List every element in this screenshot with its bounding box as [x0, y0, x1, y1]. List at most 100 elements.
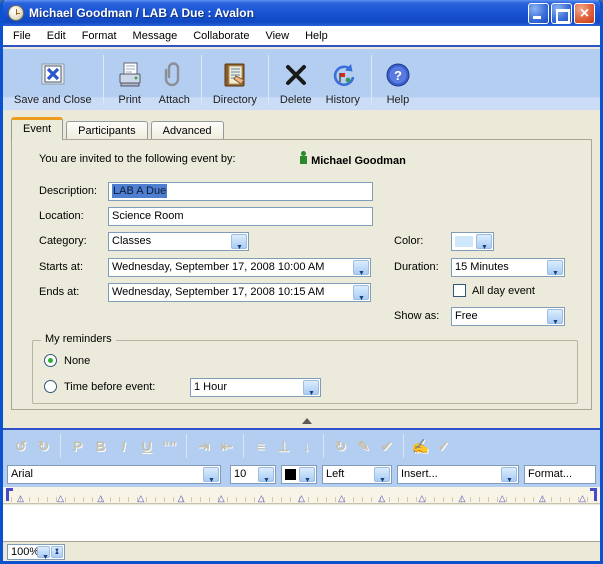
toolbar-separator [103, 55, 104, 105]
menu-help[interactable]: Help [297, 27, 336, 45]
show-as-select[interactable]: Free [451, 307, 565, 326]
chevron-down-icon [353, 260, 369, 275]
minimize-button[interactable] [528, 3, 549, 24]
tab-stop-marker[interactable] [298, 488, 305, 506]
indent-increase-icon[interactable]: ⇥ [192, 438, 215, 455]
category-label: Category: [39, 235, 87, 247]
underline-icon[interactable]: U [135, 438, 158, 454]
tab-advanced[interactable]: Advanced [151, 121, 224, 140]
tab-stop-marker[interactable] [539, 488, 546, 506]
event-tab-panel: You are invited to the following event b… [11, 139, 592, 410]
tab-stop-marker[interactable] [579, 488, 586, 506]
indent-decrease-icon[interactable]: ⇤ [215, 438, 238, 455]
tab-stop-marker[interactable] [137, 488, 144, 506]
insert-value: Insert... [401, 468, 438, 480]
reminder-time-radio[interactable] [44, 380, 57, 393]
toolbar-separator [371, 55, 372, 105]
color-label: Color: [394, 235, 423, 247]
redo-icon[interactable]: ↻ [32, 438, 55, 455]
format-toolbar-separator [323, 434, 324, 458]
menu-view[interactable]: View [257, 27, 297, 45]
check-icon[interactable]: ✔ [375, 438, 398, 455]
pen-icon[interactable]: ✎ [352, 438, 375, 455]
tab-event[interactable]: Event [11, 117, 63, 140]
format-menu-value: Format... [528, 468, 572, 480]
menu-collaborate[interactable]: Collaborate [185, 27, 257, 45]
save-and-close-button[interactable]: Save and Close [7, 52, 99, 108]
tab-stop-icon[interactable]: ⊥ [272, 438, 295, 455]
rotate-icon[interactable]: ↻ [329, 438, 352, 455]
undo-icon[interactable]: ↺ [9, 438, 32, 455]
message-body[interactable] [3, 505, 600, 541]
format-toolbar-separator [243, 434, 244, 458]
spellcheck-icon[interactable]: ✓ [432, 438, 455, 455]
help-button[interactable]: ? Help [376, 52, 420, 108]
invited-by-label: You are invited to the following event b… [39, 153, 236, 165]
tab-stop-marker[interactable] [218, 488, 225, 506]
left-margin-marker[interactable] [6, 488, 13, 501]
menu-edit[interactable]: Edit [39, 27, 74, 45]
insert-select[interactable]: Insert... [397, 465, 519, 484]
titlebar: Michael Goodman / LAB A Due : Avalon [3, 0, 600, 26]
move-down-icon[interactable]: ↓ [295, 438, 318, 454]
organizer[interactable]: Michael Goodman [299, 151, 406, 167]
splitter[interactable] [3, 412, 600, 428]
menu-file[interactable]: File [5, 27, 39, 45]
directory-button[interactable]: Directory [206, 52, 264, 108]
font-family-select[interactable]: Arial [7, 465, 221, 484]
font-color-select[interactable] [281, 465, 317, 484]
all-day-checkbox[interactable] [453, 284, 466, 297]
tab-stop-marker[interactable] [17, 488, 24, 506]
history-button[interactable]: History [319, 52, 367, 108]
tab-stop-marker[interactable] [499, 488, 506, 506]
format-menu-button[interactable]: Format... [524, 465, 596, 484]
chevron-down-icon [547, 260, 563, 275]
chevron-down-icon [299, 467, 315, 482]
menu-format[interactable]: Format [74, 27, 125, 45]
category-select[interactable]: Classes [108, 232, 249, 251]
ends-at-select[interactable]: Wednesday, September 17, 2008 10:15 AM [108, 283, 371, 302]
history-icon [328, 58, 358, 92]
delete-button[interactable]: Delete [273, 52, 319, 108]
font-size-select[interactable]: 10 [230, 465, 276, 484]
description-input[interactable]: LAB A Due [108, 182, 373, 201]
reminder-time-select[interactable]: 1 Hour [190, 378, 321, 397]
paragraph-icon[interactable]: P [66, 438, 89, 454]
tab-stop-marker[interactable] [418, 488, 425, 506]
zoom-control[interactable]: 100% [7, 544, 65, 560]
tab-stop-marker[interactable] [57, 488, 64, 506]
quote-icon[interactable]: “” [158, 438, 181, 454]
tab-stop-marker[interactable] [338, 488, 345, 506]
chevron-down-icon [353, 285, 369, 300]
maximize-button[interactable] [551, 3, 572, 24]
alignment-select[interactable]: Left [322, 465, 392, 484]
toolbar-button-label: Directory [213, 94, 257, 106]
reminder-time-value: 1 Hour [194, 381, 227, 393]
toolbar-button-label: History [326, 94, 360, 106]
tab-stop-marker[interactable] [97, 488, 104, 506]
attach-button[interactable]: Attach [152, 52, 197, 108]
bold-icon[interactable]: B [89, 438, 112, 454]
tab-participants[interactable]: Participants [66, 121, 147, 140]
tab-stop-marker[interactable] [258, 488, 265, 506]
reminder-none-radio[interactable] [44, 354, 57, 367]
menu-message[interactable]: Message [125, 27, 186, 45]
signature-icon[interactable]: ✍ [409, 438, 432, 455]
italic-icon[interactable]: I [112, 438, 135, 454]
tab-stop-marker[interactable] [178, 488, 185, 506]
duration-select[interactable]: 15 Minutes [451, 258, 565, 277]
location-input[interactable]: Science Room [108, 207, 373, 226]
toolbar-button-label: Save and Close [14, 94, 92, 106]
tab-stop-marker[interactable] [459, 488, 466, 506]
tab-stop-marker[interactable] [378, 488, 385, 506]
starts-at-select[interactable]: Wednesday, September 17, 2008 10:00 AM [108, 258, 371, 277]
ruler[interactable] [3, 487, 600, 504]
chevron-down-icon [547, 309, 563, 324]
list-icon[interactable]: ≡ [249, 438, 272, 454]
close-button[interactable] [574, 3, 595, 24]
color-select[interactable] [451, 232, 494, 251]
zoom-spinner[interactable] [51, 546, 63, 558]
print-button[interactable]: Print [108, 52, 152, 108]
toolbar-button-label: Delete [280, 94, 312, 106]
right-margin-marker[interactable] [590, 488, 597, 501]
